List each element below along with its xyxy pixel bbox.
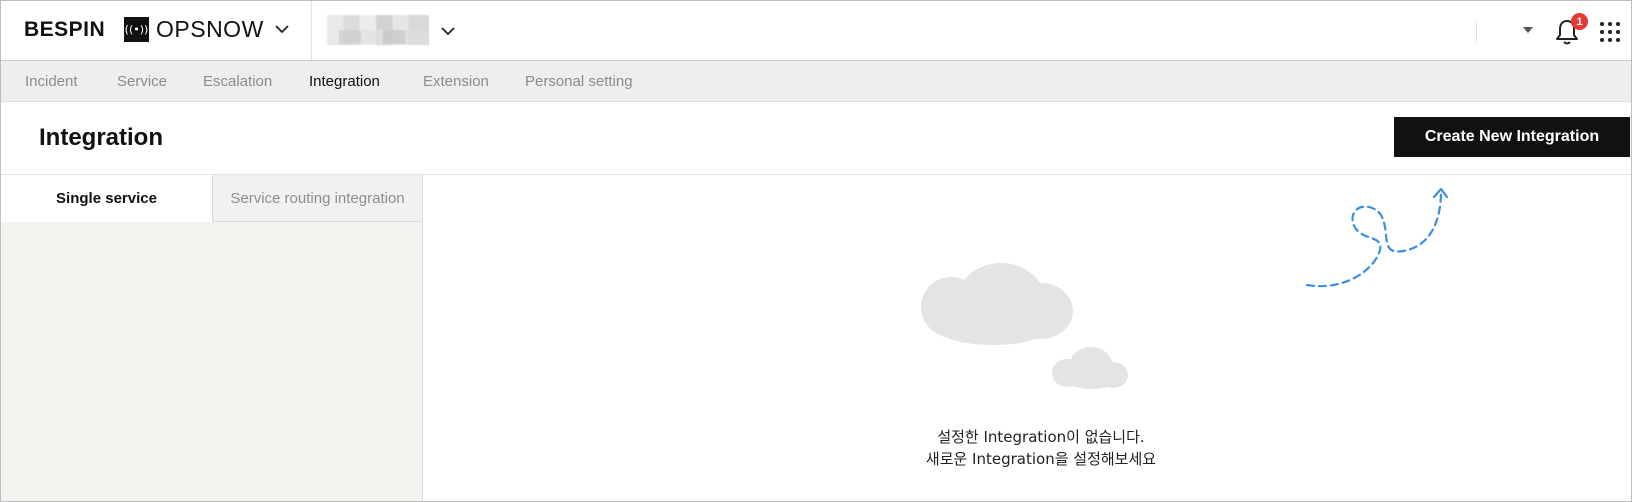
product-name: OPSNOW <box>156 15 264 42</box>
empty-state-line-1: 설정한 Integration이 없습니다. <box>937 428 1145 446</box>
create-new-integration-button[interactable]: Create New Integration <box>1394 117 1630 157</box>
integration-list-panel: Single service Service routing integrati… <box>1 175 423 501</box>
grid-icon[interactable] <box>1598 20 1622 44</box>
nav-item-personal-setting[interactable]: Personal setting <box>525 73 633 90</box>
empty-state-message: 설정한 Integration이 없습니다. 새로운 Integration을 … <box>851 426 1231 470</box>
topbar-right-divider <box>1476 21 1477 43</box>
broadcast-icon: ((•)) <box>124 16 149 42</box>
chevron-down-icon <box>275 25 289 34</box>
nav-item-escalation[interactable]: Escalation <box>203 73 272 90</box>
chevron-down-icon[interactable] <box>440 23 456 39</box>
nav-item-service[interactable]: Service <box>117 73 167 90</box>
topbar-divider <box>311 1 312 60</box>
page-title: Integration <box>39 124 163 151</box>
notification-badge: 1 <box>1571 13 1588 30</box>
app-window: BESPIN ((•)) OPSNOW 1 Incident Service E… <box>0 0 1632 502</box>
tab-label: Single service <box>56 189 157 207</box>
nav-item-extension[interactable]: Extension <box>423 73 489 90</box>
nav-item-incident[interactable]: Incident <box>25 73 78 90</box>
tab-label: Service routing integration <box>230 189 405 207</box>
caret-down-icon[interactable] <box>1523 27 1533 33</box>
nav-item-integration[interactable]: Integration <box>309 73 380 90</box>
project-selector-blurred[interactable] <box>327 15 429 45</box>
product-icon-glyph: ((•)) <box>124 22 149 36</box>
empty-state-line-2: 새로운 Integration을 설정해보세요 <box>925 450 1157 468</box>
brand-logo[interactable]: BESPIN <box>24 18 105 42</box>
main-nav: Incident Service Escalation Integration … <box>1 61 1631 102</box>
cloud-icon <box>921 263 1128 389</box>
dashed-arrow-icon <box>1305 187 1449 288</box>
tab-service-routing-integration[interactable]: Service routing integration <box>212 175 422 222</box>
product-switcher[interactable]: ((•)) OPSNOW <box>124 16 290 42</box>
top-bar: BESPIN ((•)) OPSNOW 1 <box>1 1 1631 61</box>
tab-single-service[interactable]: Single service <box>1 175 212 222</box>
